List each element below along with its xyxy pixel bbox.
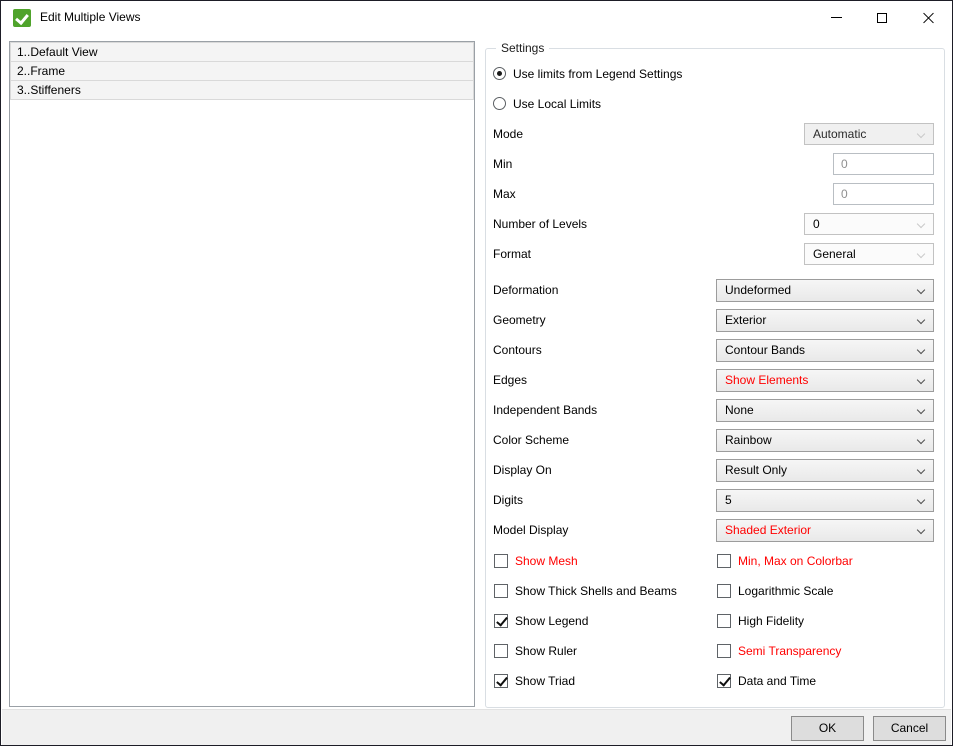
geometry-label: Geometry <box>493 309 546 332</box>
checkbox-icon <box>717 554 731 568</box>
checkbox-show-triad[interactable]: Show Triad <box>494 673 575 689</box>
checkbox-semi-transparency[interactable]: Semi Transparency <box>717 643 841 659</box>
checkbox-icon <box>717 614 731 628</box>
radio-icon <box>493 67 506 80</box>
window-title: Edit Multiple Views <box>40 2 141 33</box>
radio-use-local-limits[interactable]: Use Local Limits <box>493 96 601 111</box>
geometry-dropdown[interactable]: Exterior <box>716 309 934 332</box>
display-on-dropdown[interactable]: Result Only <box>716 459 934 482</box>
format-value: General <box>805 244 933 264</box>
model-display-label: Model Display <box>493 519 568 542</box>
view-list: 1..Default View 2..Frame 3..Stiffeners <box>9 41 475 707</box>
checkbox-label: Show Ruler <box>515 644 577 658</box>
radio-label: Use Local Limits <box>513 97 601 111</box>
maximize-icon <box>877 13 887 23</box>
checkbox-high-fidelity[interactable]: High Fidelity <box>717 613 804 629</box>
max-value: 0 <box>841 187 848 201</box>
checkbox-label: Show Thick Shells and Beams <box>515 584 677 598</box>
digits-label: Digits <box>493 489 523 512</box>
title-bar: Edit Multiple Views <box>2 2 951 33</box>
checkbox-label: High Fidelity <box>738 614 804 628</box>
checkbox-logarithmic-scale[interactable]: Logarithmic Scale <box>717 583 833 599</box>
checkbox-icon <box>494 644 508 658</box>
checkbox-label: Show Triad <box>515 674 575 688</box>
checkbox-label: Show Mesh <box>515 554 578 568</box>
contours-value: Contour Bands <box>717 340 933 360</box>
max-input[interactable]: 0 <box>833 183 934 205</box>
checkbox-show-legend[interactable]: Show Legend <box>494 613 588 629</box>
view-list-item-default-view[interactable]: 1..Default View <box>10 42 474 62</box>
checkbox-show-thick-shells-and-beams[interactable]: Show Thick Shells and Beams <box>494 583 677 599</box>
dialog-footer: OK Cancel <box>2 709 951 746</box>
model-display-dropdown[interactable]: Shaded Exterior <box>716 519 934 542</box>
maximize-button[interactable] <box>859 2 905 33</box>
contours-label: Contours <box>493 339 542 362</box>
close-icon <box>922 11 935 24</box>
settings-group-label: Settings <box>496 41 549 55</box>
checkbox-show-ruler[interactable]: Show Ruler <box>494 643 577 659</box>
checkbox-data-and-time[interactable]: Data and Time <box>717 673 816 689</box>
min-value: 0 <box>841 157 848 171</box>
checkbox-icon <box>494 584 508 598</box>
checkbox-icon <box>717 584 731 598</box>
radio-use-legend-limits[interactable]: Use limits from Legend Settings <box>493 66 682 81</box>
display-on-label: Display On <box>493 459 552 482</box>
minimize-icon <box>831 17 842 18</box>
checkbox-label: Data and Time <box>738 674 816 688</box>
radio-icon <box>493 97 506 110</box>
min-label: Min <box>493 153 512 175</box>
deformation-value: Undeformed <box>717 280 933 300</box>
view-list-item-stiffeners[interactable]: 3..Stiffeners <box>10 80 474 100</box>
checkbox-icon <box>494 614 508 628</box>
contours-dropdown[interactable]: Contour Bands <box>716 339 934 362</box>
view-list-item-frame[interactable]: 2..Frame <box>10 61 474 81</box>
view-list-item-label: 2..Frame <box>11 62 473 80</box>
mode-label: Mode <box>493 123 523 145</box>
color-scheme-label: Color Scheme <box>493 429 569 452</box>
edges-dropdown[interactable]: Show Elements <box>716 369 934 392</box>
color-scheme-value: Rainbow <box>717 430 933 450</box>
checkbox-icon <box>717 674 731 688</box>
digits-dropdown[interactable]: 5 <box>716 489 934 512</box>
digits-value: 5 <box>717 490 933 510</box>
number-of-levels-dropdown[interactable]: 0 <box>804 213 934 235</box>
deformation-dropdown[interactable]: Undeformed <box>716 279 934 302</box>
checkbox-label: Show Legend <box>515 614 588 628</box>
edit-multiple-views-dialog: Edit Multiple Views 1..Default View 2..F… <box>0 0 953 746</box>
checkbox-icon <box>494 554 508 568</box>
format-dropdown[interactable]: General <box>804 243 934 265</box>
close-button[interactable] <box>905 2 951 33</box>
checkmark-app-icon <box>13 9 31 27</box>
independent-bands-value: None <box>717 400 933 420</box>
checkbox-icon <box>494 674 508 688</box>
view-list-item-label: 1..Default View <box>11 43 473 61</box>
view-list-item-label: 3..Stiffeners <box>11 81 473 99</box>
checkbox-label: Min, Max on Colorbar <box>738 554 853 568</box>
independent-bands-label: Independent Bands <box>493 399 597 422</box>
number-of-levels-label: Number of Levels <box>493 213 587 235</box>
minimize-button[interactable] <box>813 2 859 33</box>
checkbox-label: Logarithmic Scale <box>738 584 833 598</box>
radio-label: Use limits from Legend Settings <box>513 67 682 81</box>
deformation-label: Deformation <box>493 279 558 302</box>
model-display-value: Shaded Exterior <box>717 520 933 540</box>
min-input[interactable]: 0 <box>833 153 934 175</box>
ok-button[interactable]: OK <box>791 716 864 741</box>
checkbox-icon <box>717 644 731 658</box>
cancel-button[interactable]: Cancel <box>873 716 946 741</box>
max-label: Max <box>493 183 516 205</box>
independent-bands-dropdown[interactable]: None <box>716 399 934 422</box>
display-on-value: Result Only <box>717 460 933 480</box>
checkbox-label: Semi Transparency <box>738 644 841 658</box>
checkbox-show-mesh[interactable]: Show Mesh <box>494 553 578 569</box>
mode-value: Automatic <box>805 124 933 144</box>
edges-value: Show Elements <box>717 370 933 390</box>
geometry-value: Exterior <box>717 310 933 330</box>
number-of-levels-value: 0 <box>805 214 933 234</box>
edges-label: Edges <box>493 369 527 392</box>
checkbox-min-max-on-colorbar[interactable]: Min, Max on Colorbar <box>717 553 853 569</box>
format-label: Format <box>493 243 531 265</box>
mode-dropdown[interactable]: Automatic <box>804 123 934 145</box>
color-scheme-dropdown[interactable]: Rainbow <box>716 429 934 452</box>
